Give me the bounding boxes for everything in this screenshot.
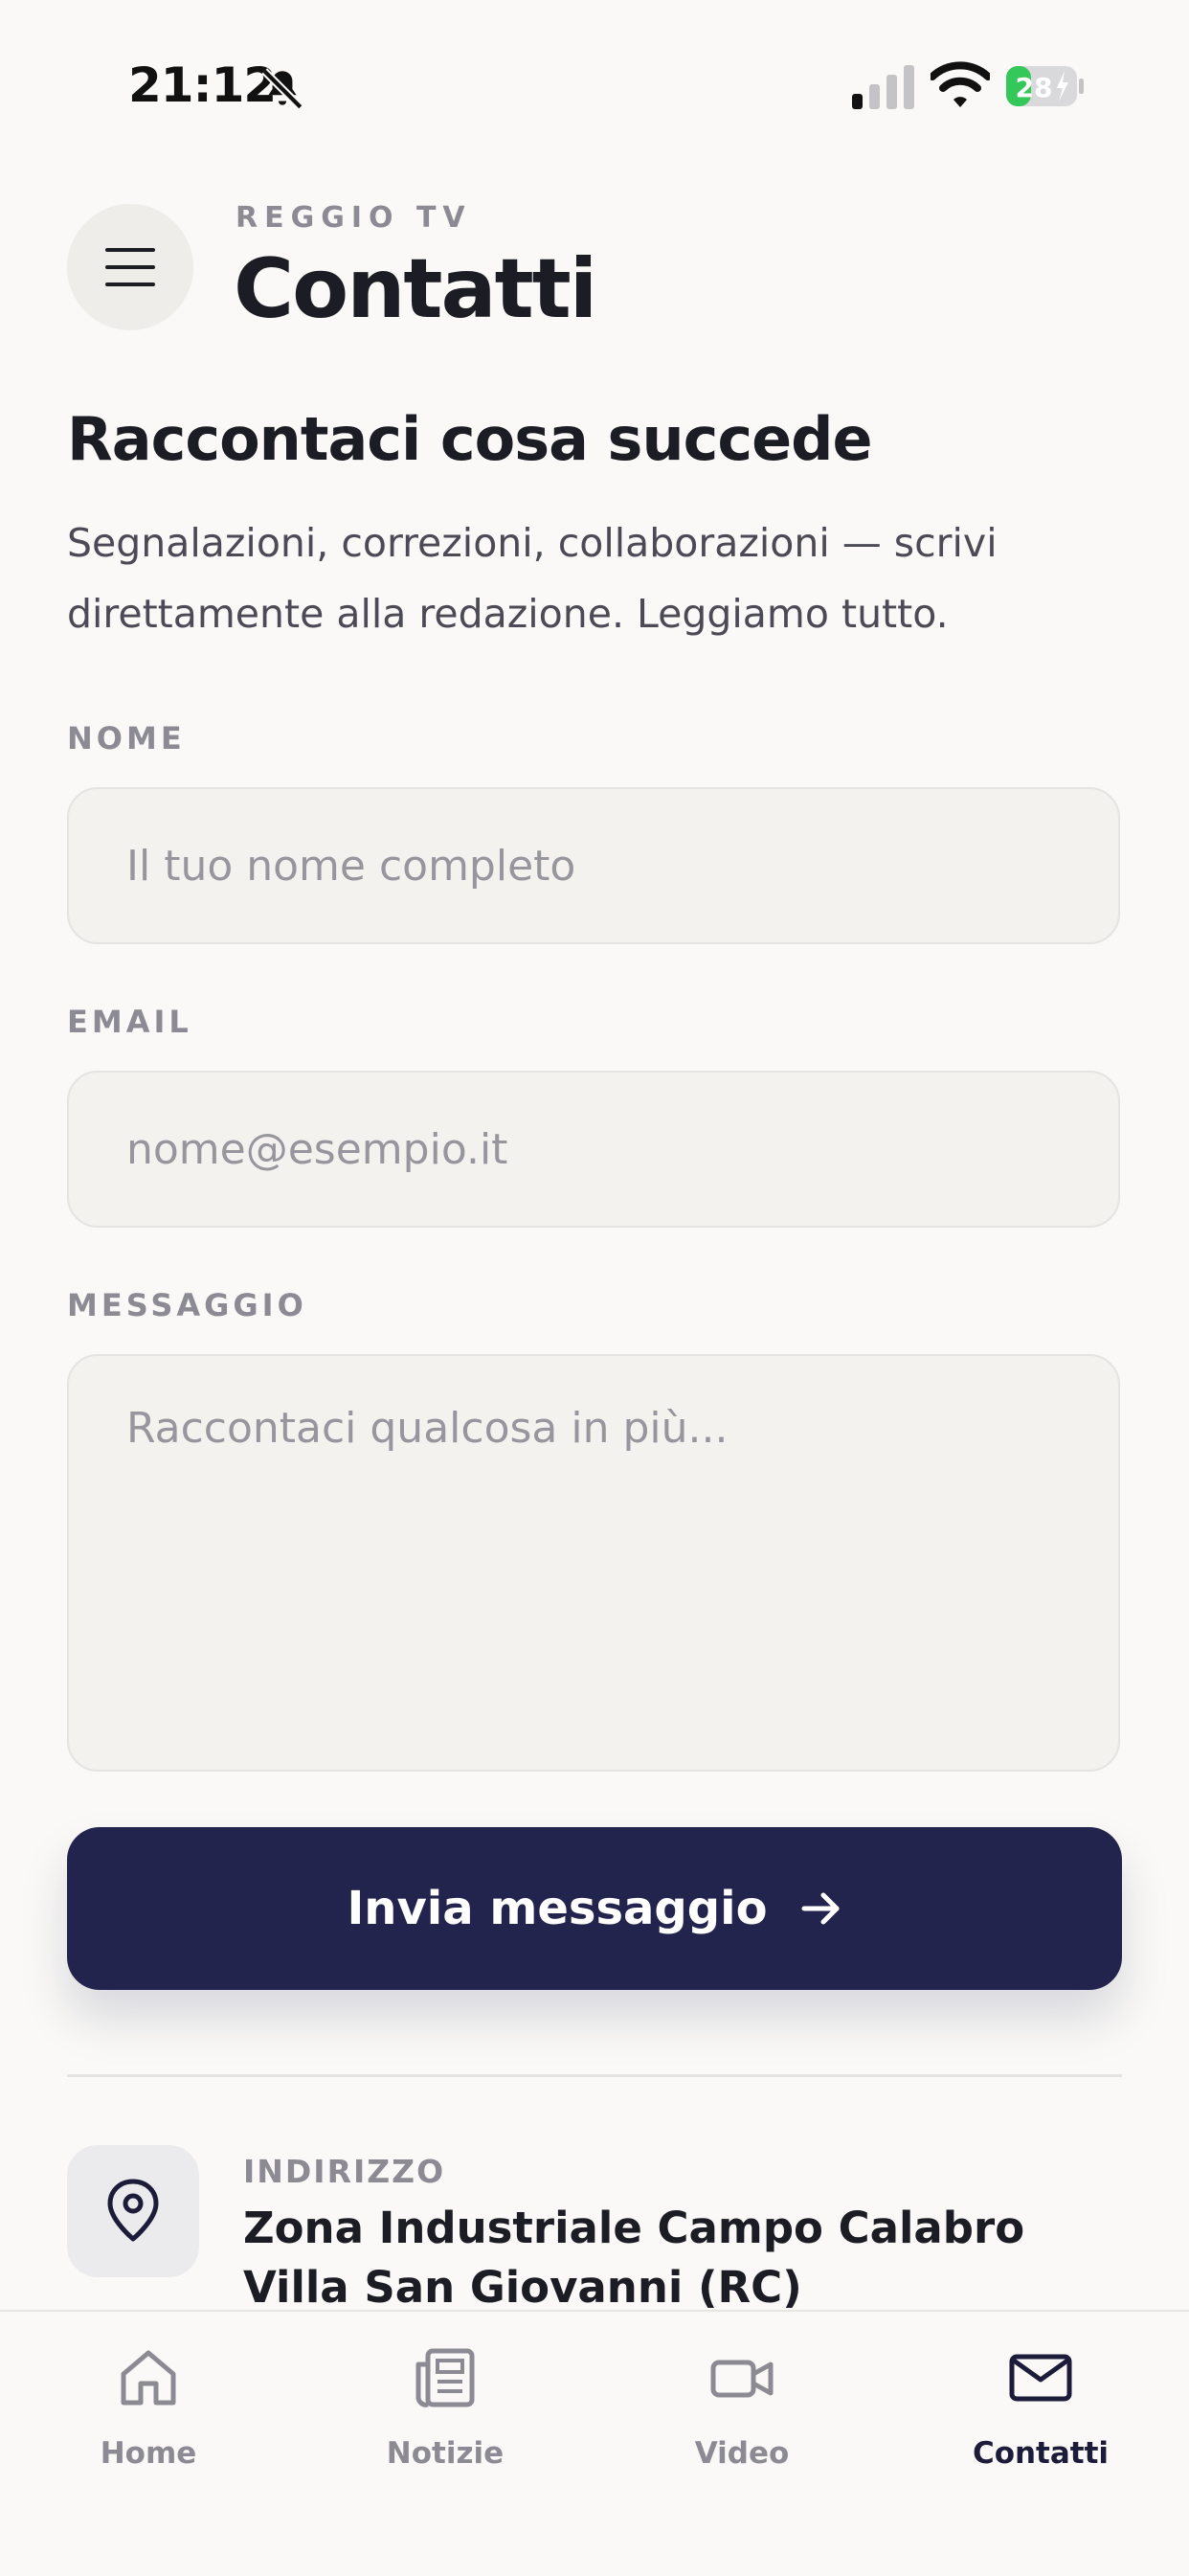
message-label: MESSAGGIO: [67, 1287, 307, 1323]
brand-name: REGGIO TV: [236, 201, 472, 235]
arrow-right-icon: [801, 1892, 840, 1925]
hamburger-menu-icon: [105, 248, 155, 286]
page-title: Contatti: [234, 241, 597, 337]
address-line-2: Villa San Giovanni (RC): [243, 2262, 802, 2313]
section-description: Segnalazioni, correzioni, collaborazioni…: [67, 520, 998, 637]
status-bar: 21:12 28: [0, 0, 1189, 172]
section-title: Raccontaci cosa succede: [67, 404, 873, 474]
wifi-icon: [931, 61, 990, 107]
tab-video-label: Video: [694, 2436, 790, 2471]
address-line-1: Zona Industriale Campo Calabro: [243, 2203, 1025, 2253]
bell-slash-icon: [261, 68, 303, 110]
battery-icon: 28: [1006, 66, 1084, 106]
divider: [67, 2074, 1122, 2077]
home-icon: [121, 2350, 176, 2406]
tab-contatti[interactable]: Contatti: [892, 2312, 1189, 2503]
newspaper-icon: [415, 2348, 475, 2407]
status-time: 21:12: [128, 57, 277, 113]
tab-notizie[interactable]: Notizie: [297, 2312, 594, 2503]
submit-button[interactable]: Invia messaggio: [67, 1827, 1122, 1990]
message-textarea[interactable]: [67, 1354, 1120, 1772]
tab-notizie-label: Notizie: [386, 2436, 505, 2471]
tab-video[interactable]: Video: [594, 2312, 890, 2503]
tab-home-label: Home: [100, 2436, 197, 2471]
name-label: NOME: [67, 720, 186, 757]
tab-bar: Home Notizie Video Contatti: [0, 2310, 1189, 2576]
menu-button[interactable]: [67, 204, 193, 330]
map-pin-icon: [107, 2179, 159, 2242]
email-input[interactable]: [67, 1071, 1120, 1228]
name-input[interactable]: [67, 787, 1120, 944]
submit-button-label: Invia messaggio: [347, 1882, 768, 1935]
tab-contatti-label: Contatti: [972, 2436, 1110, 2471]
mail-icon: [1009, 2354, 1072, 2402]
svg-text:28: 28: [1016, 72, 1053, 103]
address-icon-box: [67, 2145, 199, 2277]
email-label: EMAIL: [67, 1004, 192, 1040]
video-camera-icon: [710, 2360, 774, 2398]
address-label: INDIRIZZO: [243, 2153, 446, 2190]
signal-icon: [852, 65, 914, 109]
tab-home[interactable]: Home: [0, 2312, 297, 2503]
